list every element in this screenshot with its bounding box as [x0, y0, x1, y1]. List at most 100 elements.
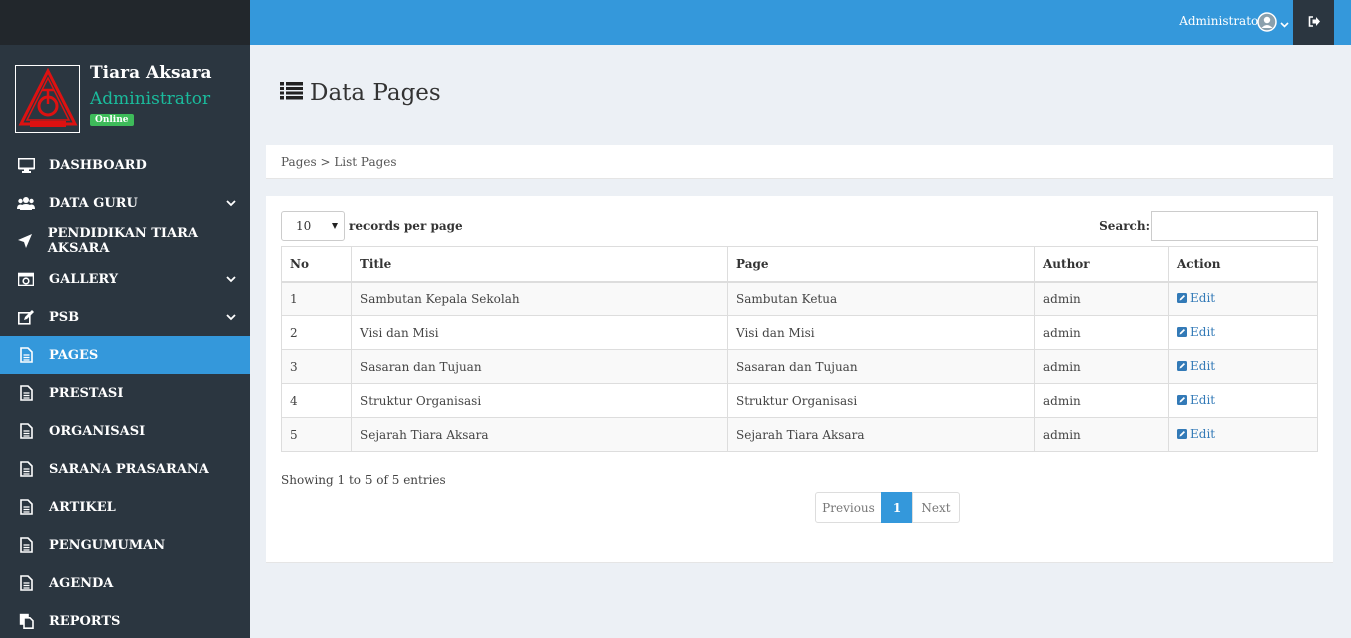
sidebar-item-sarana-prasarana[interactable]: SARANA PRASARANA	[0, 450, 250, 488]
school-logo	[15, 65, 80, 133]
file-icon	[16, 460, 36, 478]
sidebar-item-pages[interactable]: PAGES	[0, 336, 250, 374]
edit-link[interactable]: Edit	[1177, 393, 1215, 407]
edit-link[interactable]: Edit	[1177, 325, 1215, 339]
page-title: Data Pages	[280, 80, 441, 106]
cell-title: Struktur Organisasi	[351, 383, 728, 418]
sidebar-item-reports[interactable]: REPORTS	[0, 602, 250, 638]
sidebar-item-label: PENGUMUMAN	[49, 537, 166, 553]
sidebar-item-pendidikan[interactable]: PENDIDIKAN TIARA AKSARA	[0, 222, 250, 260]
sidebar-item-label: GALLERY	[49, 271, 119, 287]
top-navbar: Administrator	[250, 0, 1351, 45]
edit-icon	[1177, 361, 1187, 371]
search-input[interactable]	[1151, 211, 1318, 241]
cell-no: 1	[281, 281, 352, 316]
cell-page: Sasaran dan Tujuan	[727, 349, 1035, 384]
profile-role: Administrator	[90, 89, 211, 109]
cell-title: Sambutan Kepala Sekolah	[351, 281, 728, 316]
cell-author: admin	[1034, 383, 1169, 418]
search-label: Search:	[1099, 219, 1150, 233]
table-header-row: No Title Page Author Action	[281, 246, 1318, 283]
column-header-action[interactable]: Action	[1168, 246, 1318, 283]
sidebar-item-label: AGENDA	[49, 575, 114, 591]
edit-icon	[16, 308, 36, 326]
cell-page: Sejarah Tiara Aksara	[727, 417, 1035, 452]
user-circle-icon[interactable]	[1257, 12, 1277, 32]
cell-action: Edit	[1168, 383, 1318, 418]
status-badge: Online	[90, 114, 134, 126]
cell-no: 4	[281, 383, 352, 418]
table-info: Showing 1 to 5 of 5 entries	[281, 473, 446, 487]
cell-title: Sasaran dan Tujuan	[351, 349, 728, 384]
edit-label: Edit	[1190, 359, 1216, 373]
sidebar-item-prestasi[interactable]: PRESTASI	[0, 374, 250, 412]
cell-page: Sambutan Ketua	[727, 281, 1035, 316]
page-length-select[interactable]: 10	[281, 211, 345, 241]
page-length-label: records per page	[349, 219, 463, 233]
edit-label: Edit	[1190, 427, 1216, 441]
profile-name: Tiara Aksara	[90, 63, 212, 83]
pagination-page-button[interactable]: 1	[881, 492, 913, 523]
user-menu-label[interactable]: Administrator	[1179, 14, 1264, 28]
sidebar-item-organisasi[interactable]: ORGANISASI	[0, 412, 250, 450]
sidebar-item-dashboard[interactable]: DASHBOARD	[0, 146, 250, 184]
cell-no: 5	[281, 417, 352, 452]
edit-label: Edit	[1190, 325, 1216, 339]
sidebar-item-agenda[interactable]: AGENDA	[0, 564, 250, 602]
cell-action: Edit	[1168, 281, 1318, 316]
data-table-panel: 10 records per page Search: No Title Pag…	[266, 196, 1333, 563]
file-icon	[16, 536, 36, 554]
sidebar-item-gallery[interactable]: GALLERY	[0, 260, 250, 298]
cell-action: Edit	[1168, 417, 1318, 452]
cell-title: Sejarah Tiara Aksara	[351, 417, 728, 452]
edit-icon	[1177, 293, 1187, 304]
chevron-down-icon	[226, 272, 236, 287]
cell-author: admin	[1034, 349, 1169, 384]
table-row: 2 Visi dan Misi Visi dan Misi admin Edit	[281, 315, 1318, 350]
cell-author: admin	[1034, 281, 1169, 316]
sidebar-item-label: DATA GURU	[49, 195, 138, 211]
sidebar-item-label: DASHBOARD	[49, 157, 147, 173]
list-icon	[280, 80, 310, 106]
file-icon	[16, 384, 36, 402]
chevron-down-icon	[226, 310, 236, 325]
column-header-author[interactable]: Author	[1034, 246, 1169, 283]
edit-link[interactable]: Edit	[1177, 359, 1215, 373]
users-icon	[16, 194, 36, 212]
pagination: Previous 1 Next	[815, 492, 960, 523]
pagination-previous-button[interactable]: Previous	[815, 492, 882, 523]
edit-label: Edit	[1190, 393, 1216, 407]
sign-out-icon	[1308, 15, 1320, 30]
column-header-page[interactable]: Page	[727, 246, 1035, 283]
table-row: 4 Struktur Organisasi Struktur Organisas…	[281, 383, 1318, 418]
page-title-text: Data Pages	[310, 80, 441, 106]
column-header-title[interactable]: Title	[351, 246, 728, 283]
paper-plane-icon	[16, 232, 35, 250]
desktop-icon	[16, 156, 36, 174]
sidebar-item-label: PRESTASI	[49, 385, 124, 401]
file-icon	[16, 346, 36, 364]
sidebar-menu: DASHBOARD DATA GURU PENDIDIKAN TIARA AKS…	[0, 146, 250, 638]
sidebar-item-pengumuman[interactable]: PENGUMUMAN	[0, 526, 250, 564]
chevron-down-icon[interactable]	[1280, 17, 1289, 31]
cell-author: admin	[1034, 315, 1169, 350]
sidebar-item-label: SARANA PRASARANA	[49, 461, 209, 477]
cell-no: 2	[281, 315, 352, 350]
edit-link[interactable]: Edit	[1177, 427, 1215, 441]
sidebar-item-data-guru[interactable]: DATA GURU	[0, 184, 250, 222]
sidebar-header	[0, 0, 250, 45]
sidebar-item-artikel[interactable]: ARTIKEL	[0, 488, 250, 526]
breadcrumb: Pages > List Pages	[266, 145, 1333, 179]
pagination-next-button[interactable]: Next	[912, 492, 960, 523]
column-header-no[interactable]: No	[281, 246, 352, 283]
edit-label: Edit	[1190, 291, 1216, 306]
search-control: Search:	[1099, 211, 1318, 241]
sidebar-item-psb[interactable]: PSB	[0, 298, 250, 336]
sidebar-item-label: PENDIDIKAN TIARA AKSARA	[47, 226, 198, 256]
edit-link[interactable]: Edit	[1177, 291, 1215, 305]
logout-button[interactable]	[1293, 0, 1334, 45]
sidebar-item-label: ORGANISASI	[49, 423, 146, 439]
sidebar: Tiara Aksara Administrator Online DASHBO…	[0, 0, 250, 638]
cell-no: 3	[281, 349, 352, 384]
table-row: 5 Sejarah Tiara Aksara Sejarah Tiara Aks…	[281, 417, 1318, 452]
